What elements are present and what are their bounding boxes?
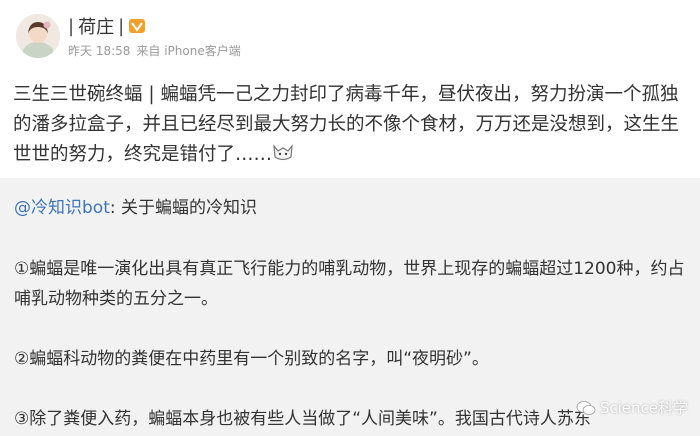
repost-item-1: ①蝙蝠是唯一演化出具有真正飞行能力的哺乳动物，世界上现存的蝙蝠超过1200种，约…	[14, 259, 685, 309]
doge-emoji-icon	[273, 144, 293, 161]
wechat-logo-icon	[576, 400, 596, 415]
author-line: | 荷庄 |	[68, 14, 146, 38]
repost-card[interactable]: @冷知识bot: 关于蝙蝠的冷知识 ①蝙蝠是唯一演化出具有真正飞行能力的哺乳动物…	[0, 178, 700, 436]
post-text-block: 三生三世碗终蝠 | 蝙蝠凭一己之力封印了病毒千年，昼伏夜出，努力扮演一个孤独的潘…	[13, 80, 689, 170]
post-text: 三生三世碗终蝠 | 蝙蝠凭一己之力封印了病毒千年，昼伏夜出，努力扮演一个孤独的潘…	[13, 84, 680, 165]
post-header: | 荷庄 | 昨天 18:58 来自 iPhone客户端	[12, 10, 688, 62]
avatar-image	[16, 14, 60, 58]
post-source: 来自 iPhone客户端	[136, 44, 241, 58]
post-meta: 昨天 18:58 来自 iPhone客户端	[68, 42, 241, 59]
watermark: Science科学	[576, 397, 688, 418]
avatar[interactable]	[16, 14, 60, 58]
post-time: 昨天 18:58	[68, 44, 131, 58]
mention-link[interactable]: @冷知识bot	[14, 198, 110, 218]
watermark-text: Science科学	[599, 399, 688, 417]
divider-bar-2: |	[118, 15, 125, 37]
vip-badge-icon	[129, 19, 146, 33]
divider-bar: |	[68, 15, 75, 37]
repost-item-2: ②蝙蝠科动物的粪便在中药里有一个别致的名字，叫“夜明砂”。	[14, 349, 489, 369]
repost-intro: : 关于蝙蝠的冷知识	[109, 198, 257, 218]
repost-header: @冷知识bot: 关于蝙蝠的冷知识	[14, 196, 257, 220]
author-name[interactable]: 荷庄	[78, 13, 114, 39]
